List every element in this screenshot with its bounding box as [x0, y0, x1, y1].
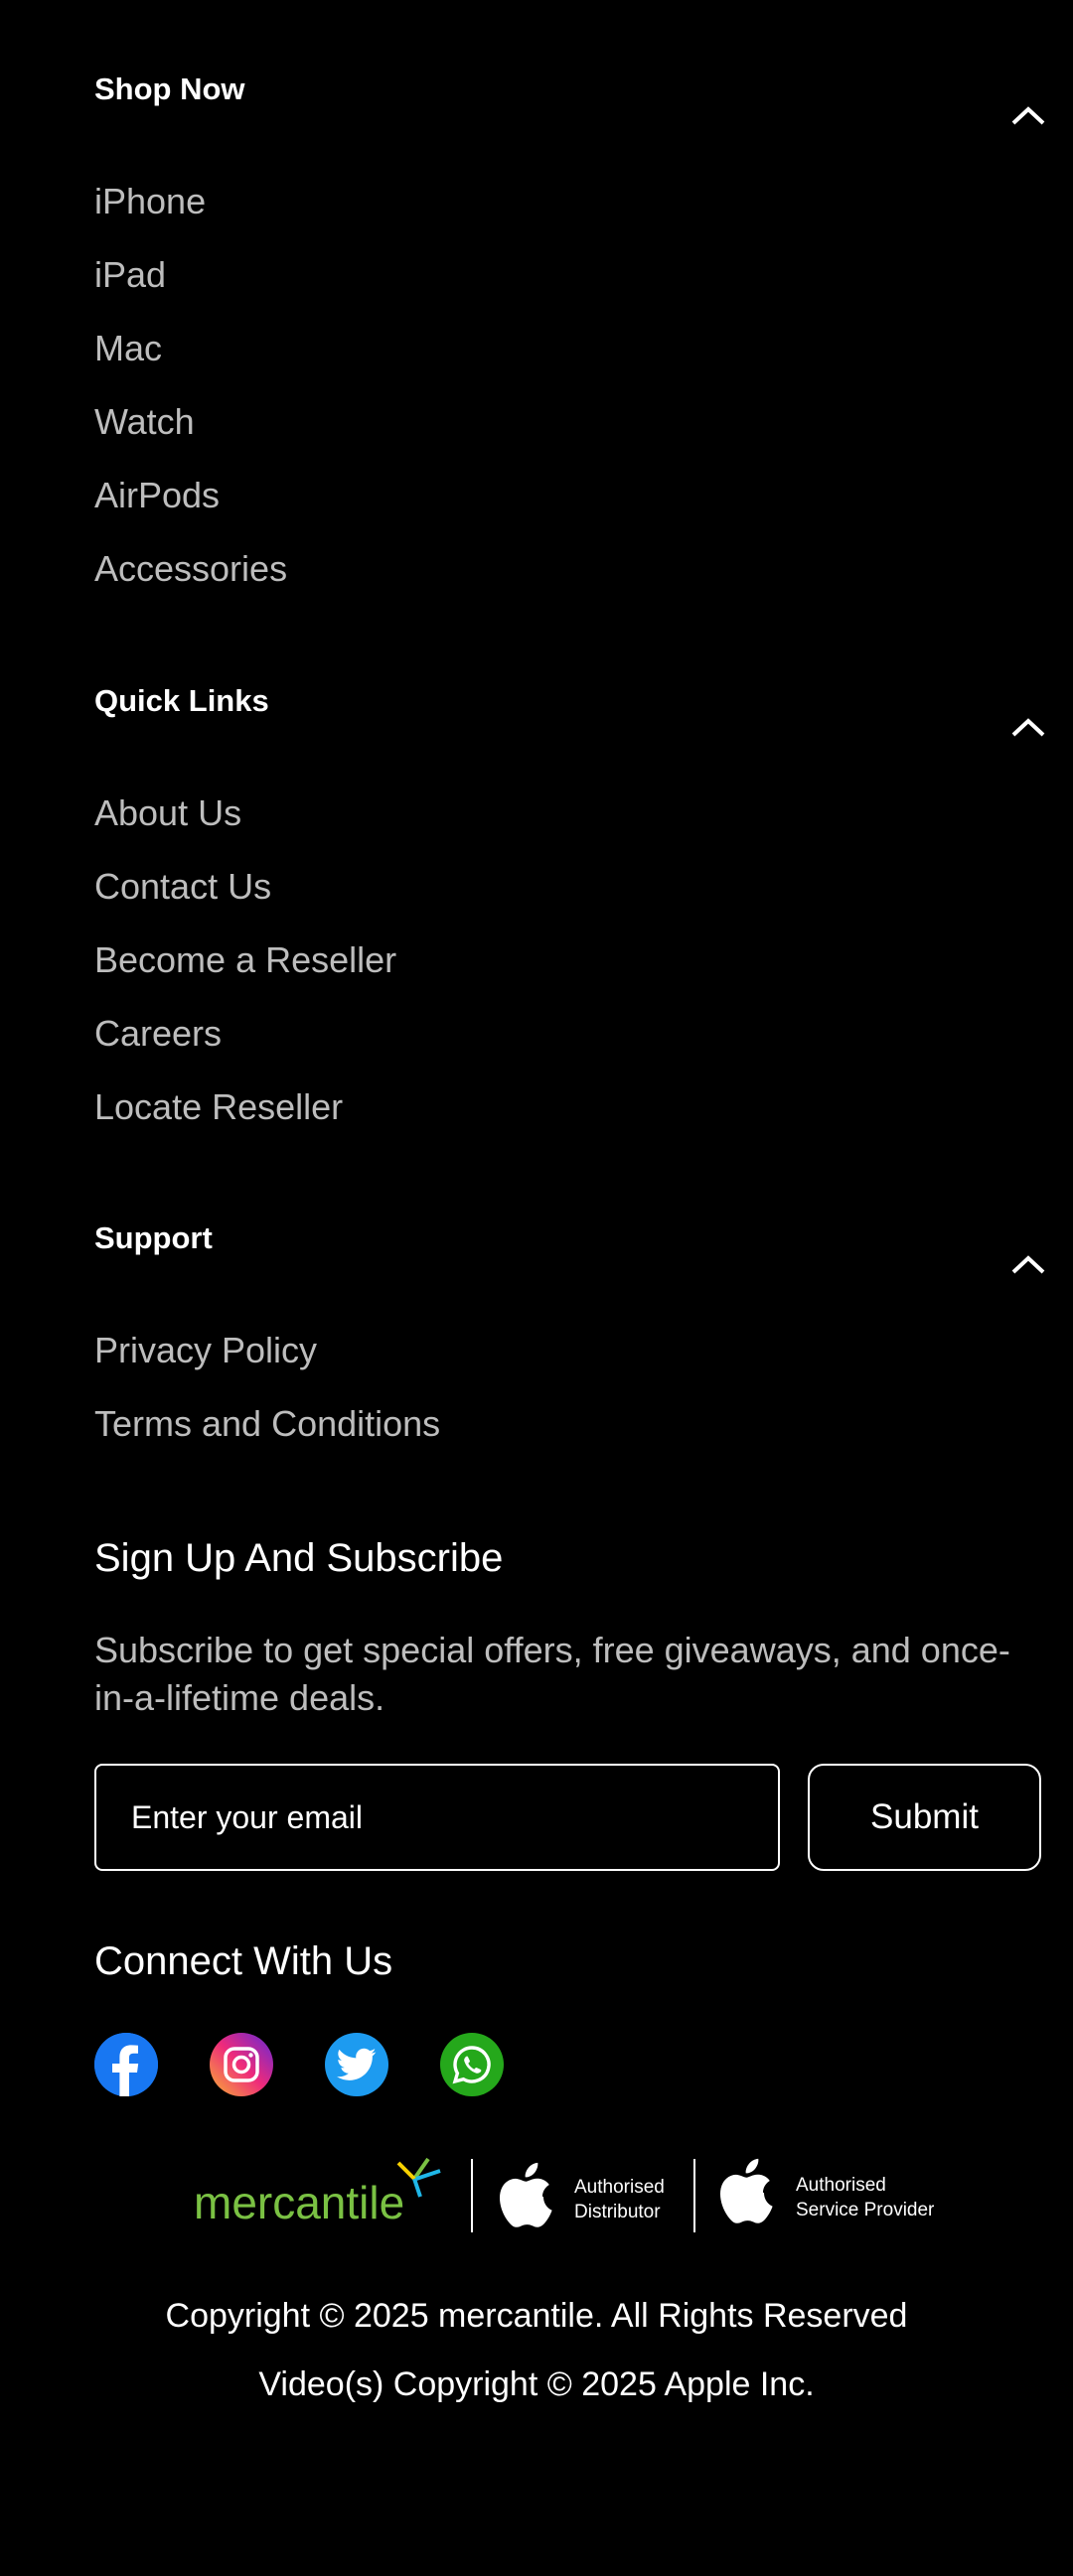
subscribe-description: Subscribe to get special offers, free gi… [94, 1630, 1010, 1718]
link-accessories[interactable]: Accessories [94, 548, 287, 590]
mercantile-logo: mercantile [194, 2157, 442, 2228]
link-about-us[interactable]: About Us [94, 792, 241, 834]
support-section: Support Privacy Policy Terms and Conditi… [94, 1220, 1048, 1479]
link-locate-reseller[interactable]: Locate Reseller [94, 1086, 343, 1128]
apple-logo-icon [717, 2157, 773, 2224]
quick-links-section: Quick Links About Us Contact Us Become a… [94, 683, 1048, 1150]
link-iphone[interactable]: iPhone [94, 181, 206, 222]
link-ipad[interactable]: iPad [94, 254, 166, 296]
link-become-reseller[interactable]: Become a Reseller [94, 939, 396, 981]
distributor-line1: Authorised [574, 2177, 665, 2198]
badge-divider [693, 2159, 695, 2232]
link-careers[interactable]: Careers [94, 1013, 222, 1055]
copyright-line: Copyright © 2025 mercantile. All Rights … [165, 2297, 908, 2335]
authorised-distributor-badge: Authorised Distributor [574, 2175, 665, 2224]
service-line1: Authorised [796, 2175, 886, 2196]
link-mac[interactable]: Mac [94, 328, 162, 369]
support-title: Support [94, 1220, 213, 1255]
service-line2: Service Provider [796, 2200, 935, 2220]
shop-now-title: Shop Now [94, 72, 245, 106]
link-terms-conditions[interactable]: Terms and Conditions [94, 1403, 440, 1445]
link-contact-us[interactable]: Contact Us [94, 866, 271, 908]
submit-button[interactable]: Submit [808, 1764, 1041, 1871]
chevron-up-icon[interactable] [1008, 1250, 1048, 1278]
instagram-icon[interactable] [210, 2033, 273, 2096]
chevron-up-icon[interactable] [1008, 101, 1048, 129]
video-copyright-line: Video(s) Copyright © 2025 Apple Inc. [258, 2365, 815, 2403]
twitter-icon[interactable] [325, 2033, 388, 2096]
authorised-service-badge: Authorised Service Provider [796, 2173, 934, 2222]
facebook-icon[interactable] [94, 2033, 158, 2096]
connect-heading: Connect With Us [94, 1939, 393, 1983]
apple-logo-icon [497, 2161, 552, 2228]
svg-text:mercantile: mercantile [194, 2177, 404, 2228]
subscribe-heading: Sign Up And Subscribe [94, 1536, 504, 1580]
partner-badges: mercantile Authorised Distributor Author… [194, 2155, 949, 2234]
email-input[interactable] [94, 1764, 780, 1871]
whatsapp-icon[interactable] [440, 2033, 504, 2096]
distributor-line2: Distributor [574, 2202, 661, 2222]
quick-links-title: Quick Links [94, 683, 269, 718]
link-airpods[interactable]: AirPods [94, 475, 220, 516]
badge-divider [471, 2159, 473, 2232]
link-watch[interactable]: Watch [94, 401, 195, 443]
link-privacy-policy[interactable]: Privacy Policy [94, 1330, 317, 1371]
chevron-up-icon[interactable] [1008, 713, 1048, 741]
shop-now-section: Shop Now iPhone iPad Mac Watch AirPods A… [94, 72, 1048, 608]
